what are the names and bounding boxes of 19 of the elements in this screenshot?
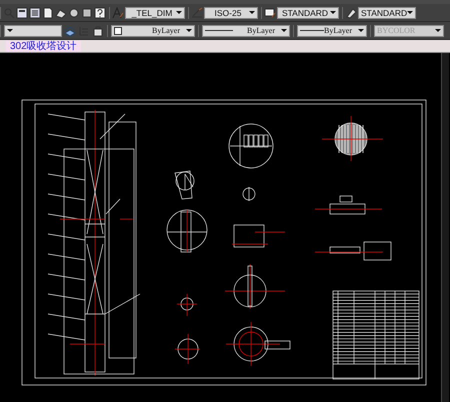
scrollbar[interactable] [441, 53, 449, 402]
style-dropdown[interactable]: _TEL_DIM [125, 6, 185, 18]
style-dropdown[interactable]: STANDARD [358, 6, 416, 18]
document-icon[interactable] [16, 6, 28, 18]
layer-dropdown[interactable] [4, 24, 62, 36]
leader-style-icon[interactable] [345, 6, 357, 18]
color-dropdown[interactable]: ByLayer [111, 24, 195, 36]
table-style-icon[interactable] [264, 6, 276, 18]
page-icon[interactable] [42, 6, 54, 18]
layers-icon[interactable] [64, 24, 76, 36]
grid-icon[interactable] [29, 6, 41, 18]
text-style-icon[interactable] [112, 6, 124, 18]
document-tab[interactable]: 302吸收塔设计 [6, 41, 81, 52]
eraser-icon[interactable] [55, 6, 67, 18]
lineweight-dropdown[interactable]: ByLayer [297, 24, 367, 36]
style-dropdown[interactable]: STANDARD [277, 6, 339, 18]
style-dropdown[interactable]: ISO-25 [204, 6, 258, 18]
help-icon[interactable] [94, 6, 106, 18]
linetype-dropdown[interactable]: ByLayer [202, 24, 290, 36]
